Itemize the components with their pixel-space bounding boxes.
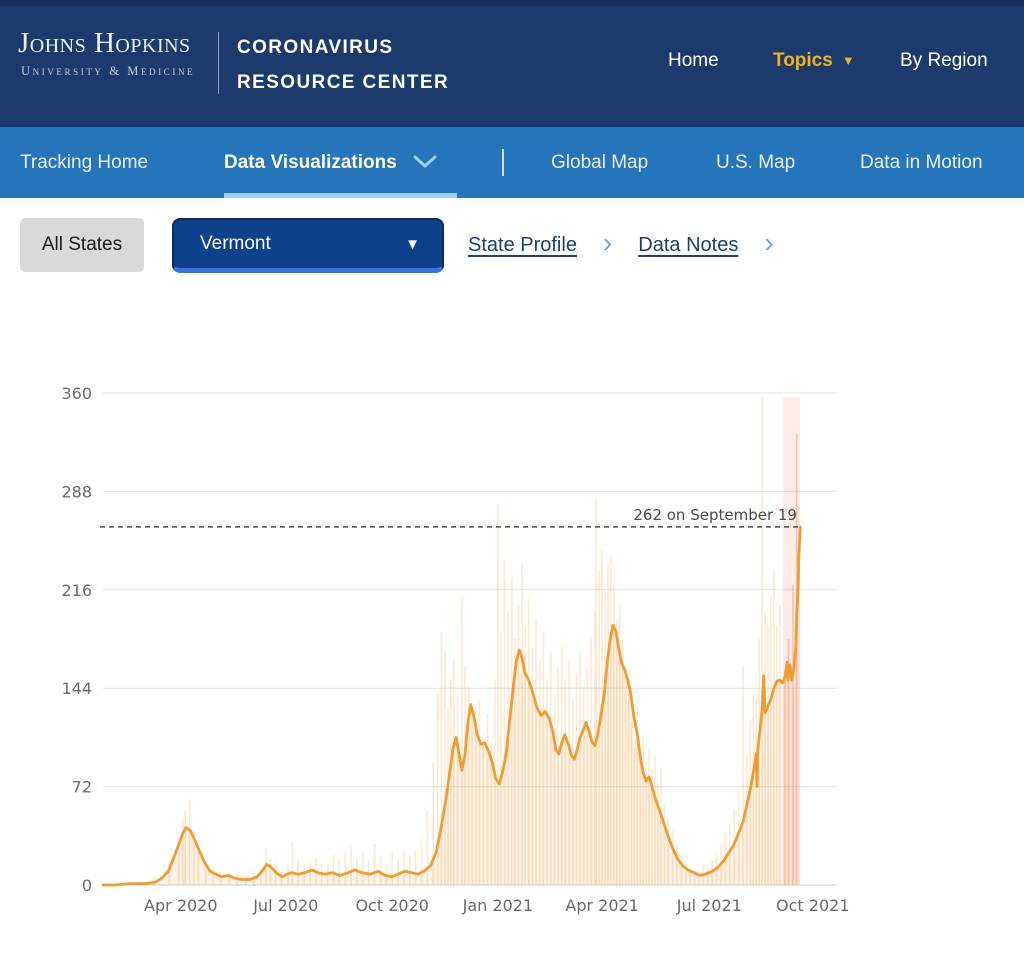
xtick-label: Jul 2021: [676, 896, 742, 915]
ytick-label-288: 288: [61, 482, 92, 501]
subnav-data-in-motion[interactable]: Data in Motion: [860, 127, 983, 198]
subnav-data-visualizations-label: Data Visualizations: [224, 152, 397, 174]
ytick-label-144: 144: [61, 679, 92, 698]
nav-home[interactable]: Home: [668, 50, 719, 72]
site-header: Johns Hopkins University & Medicine CORO…: [0, 6, 1024, 127]
subnav-global-map-label: Global Map: [551, 152, 648, 174]
nav-home-label: Home: [668, 50, 719, 71]
logo-line2: University & Medicine: [21, 64, 204, 79]
subnav-us-map-label: U.S. Map: [716, 152, 795, 174]
cases-chart-svg: 0 72 144 216 288 360 Apr 2020 Jul 2020 Oct 2020 J…: [0, 320, 1024, 920]
nav-by-region-label: By Region: [900, 50, 988, 71]
subnav-us-map[interactable]: U.S. Map: [716, 127, 795, 198]
data-notes-link[interactable]: Data Notes: [638, 234, 738, 257]
subnav-global-map[interactable]: Global Map: [551, 127, 648, 198]
xtick-label: Jul 2020: [252, 896, 318, 915]
xtick-label: Oct 2020: [355, 896, 428, 915]
site-title-line2: RESOURCE CENTER: [237, 65, 449, 100]
state-links: State Profile › Data Notes ›: [468, 218, 800, 272]
ytick-label-360: 360: [61, 384, 92, 403]
cases-chart: 0 72 144 216 288 360 Apr 2020 Jul 2020 Oct 2020 J…: [0, 320, 1024, 920]
logo-divider: [218, 32, 219, 94]
ytick-label-0: 0: [82, 876, 92, 895]
subnav-divider: [502, 149, 504, 176]
state-select[interactable]: Vermont ▼: [172, 218, 444, 273]
johns-hopkins-logo[interactable]: Johns Hopkins University & Medicine: [18, 28, 204, 79]
peak-annotation-label: 262 on September 19: [633, 506, 797, 524]
active-tab-underline: [224, 193, 457, 198]
nav-topics-label: Topics: [773, 50, 833, 71]
subnav-data-in-motion-label: Data in Motion: [860, 152, 983, 174]
tracking-subnav: Tracking Home Data Visualizations Global…: [0, 127, 1024, 198]
state-profile-link[interactable]: State Profile: [468, 234, 577, 257]
nav-by-region[interactable]: By Region: [900, 50, 988, 72]
xtick-label: Oct 2021: [776, 896, 849, 915]
xtick-label: Apr 2021: [565, 896, 638, 915]
page: Johns Hopkins University & Medicine CORO…: [0, 0, 1024, 963]
logo-line1: Johns Hopkins: [18, 28, 204, 60]
site-title-line1: CORONAVIRUS: [237, 30, 449, 65]
subnav-data-visualizations[interactable]: Data Visualizations: [224, 127, 437, 198]
xtick-label: Jan 2021: [462, 896, 533, 915]
state-select-value: Vermont: [200, 233, 271, 255]
chevron-right-icon[interactable]: ›: [603, 227, 612, 259]
topics-dropdown-icon: ▼: [842, 53, 855, 68]
ytick-label-72: 72: [72, 778, 92, 797]
all-states-button[interactable]: All States: [20, 218, 144, 272]
chevron-down-icon: [413, 152, 437, 174]
xtick-label: Apr 2020: [144, 896, 217, 915]
select-dropdown-icon: ▼: [405, 236, 420, 253]
site-title[interactable]: CORONAVIRUS RESOURCE CENTER: [237, 30, 449, 100]
ytick-label-216: 216: [61, 581, 92, 600]
subnav-tracking-home-label: Tracking Home: [20, 152, 148, 174]
subnav-tracking-home[interactable]: Tracking Home: [20, 127, 148, 198]
nav-topics[interactable]: Topics ▼: [773, 50, 855, 72]
chevron-right-icon[interactable]: ›: [764, 227, 773, 259]
